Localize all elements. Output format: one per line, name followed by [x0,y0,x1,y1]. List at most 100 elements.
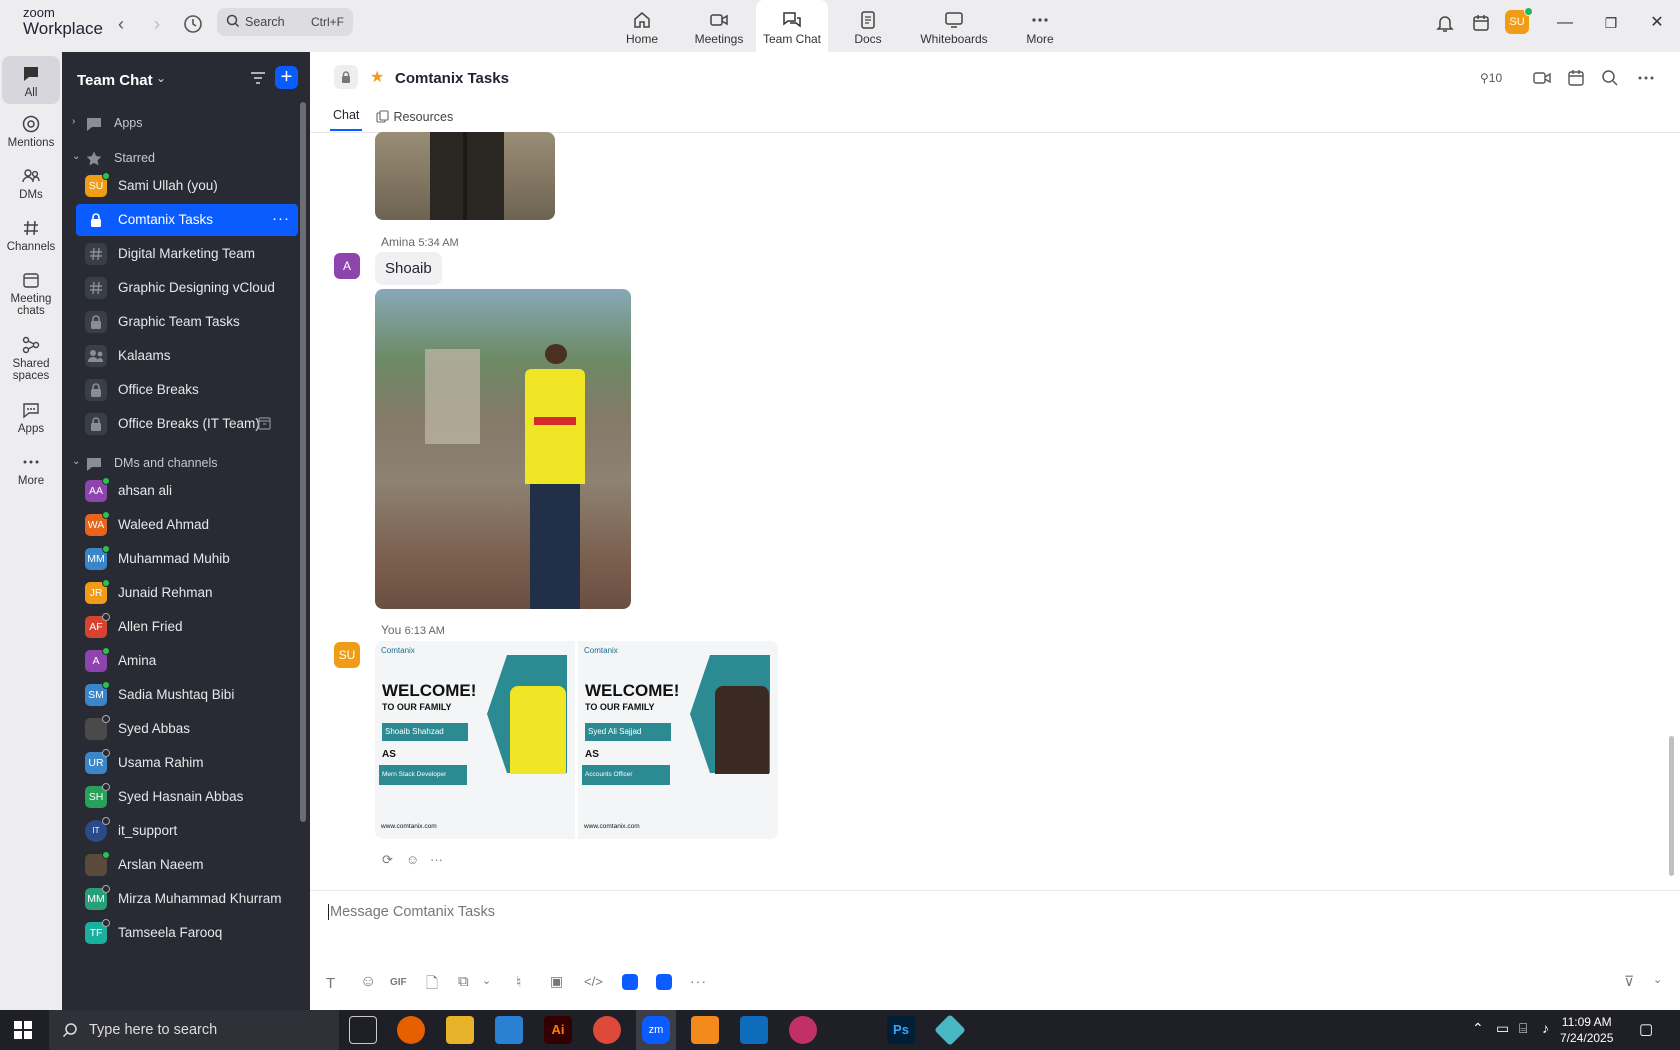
chevron-down-icon[interactable]: ⌄ [1653,973,1662,986]
minimize-button[interactable]: — [1555,13,1575,33]
dm-mirza-muhammad-khurram[interactable]: MM Mirza Muhammad Khurram [76,883,298,915]
sidebar-item-graphic-team-tasks[interactable]: Graphic Team Tasks [76,306,298,338]
bell-icon[interactable] [1434,12,1456,34]
rail-shared-spaces[interactable]: Shared spaces [2,335,60,382]
dm-sadia-mushtaq-bibi[interactable]: SM Sadia Mushtaq Bibi [76,679,298,711]
tab-resources[interactable]: Resources [376,108,453,126]
dm-allen-fried[interactable]: AF Allen Fried [76,611,298,643]
welcome-card-syed-ali[interactable]: Comtanix WELCOME! TO OUR FAMILY Syed Ali… [578,641,778,839]
dm-syed-abbas[interactable]: Syed Abbas [76,713,298,745]
sidebar-scrollbar[interactable] [300,102,306,822]
dm-muhammad-muhib[interactable]: MM Muhammad Muhib [76,543,298,575]
sidebar-title[interactable]: Team Chat [77,72,153,89]
tray-display-icon[interactable]: ▭ [1496,1020,1509,1037]
dm-syed-hasnain-abbas[interactable]: SH Syed Hasnain Abbas [76,781,298,813]
nav-docs[interactable]: Docs [850,0,886,52]
filter-icon[interactable] [248,68,268,88]
message-input[interactable]: Message Comtanix Tasks [328,904,928,928]
rail-channels[interactable]: Channels [2,218,60,253]
firefox-icon[interactable] [397,1016,425,1044]
taskbar-clock[interactable]: 11:09 AM 7/24/2025 [1560,1014,1613,1046]
outlook-icon[interactable] [740,1016,768,1044]
photoshop-icon[interactable]: Ps [887,1016,915,1044]
emoji-reaction-icon[interactable]: ☺ [406,852,419,867]
forward-arrow-icon[interactable]: › [146,13,168,35]
nav-home[interactable]: Home [620,0,664,52]
dm-waleed-ahmad[interactable]: WA Waleed Ahmad [76,509,298,541]
avatar[interactable]: A [334,253,360,279]
rail-dms[interactable]: DMs [2,166,60,201]
shared-image-shoaib[interactable] [375,289,631,609]
emoji-icon[interactable]: ☺ [360,973,376,991]
taskbar-search[interactable]: Type here to search [49,1010,339,1050]
sidebar-item-office-breaks[interactable]: Office Breaks [76,374,298,406]
notifications-icon[interactable]: ▢ [1639,1020,1653,1038]
nav-meetings[interactable]: Meetings [690,0,748,52]
zoom-app-icon[interactable] [656,974,672,990]
dm-ahsan-ali[interactable]: AA ahsan ali [76,475,298,507]
app-diamond-icon[interactable] [934,1014,966,1046]
rail-more[interactable]: More [2,452,60,487]
task-view-icon[interactable] [349,1016,377,1044]
network-icon[interactable]: ⌸ [1519,1020,1527,1037]
dm-arslan-naeem[interactable]: Arslan Naeem [76,849,298,881]
screenshot-icon[interactable]: ⧉ [458,973,469,990]
rail-all[interactable]: All [2,56,60,104]
tray-chevron-up-icon[interactable]: ⌃ [1472,1020,1484,1037]
xampp-icon[interactable] [691,1016,719,1044]
chrome-icon[interactable] [593,1016,621,1044]
avatar[interactable]: SU [334,642,360,668]
app-shortcut-icon[interactable] [622,974,638,990]
zoom-taskbar-icon[interactable]: zm [636,1010,676,1050]
format-text-icon[interactable]: T [326,975,335,992]
sidebar-item-digital-marketing[interactable]: Digital Marketing Team [76,238,298,270]
code-block-icon[interactable]: </> [584,974,603,989]
star-icon[interactable]: ★ [370,67,384,87]
vscode-icon[interactable] [495,1016,523,1044]
file-icon[interactable]: 🗋 [426,973,438,998]
calendar-icon[interactable] [1566,68,1586,88]
nav-whiteboards[interactable]: Whiteboards [918,0,990,52]
windows-start-icon[interactable] [14,1021,32,1039]
gif-button[interactable]: GIF [390,977,407,988]
dm-junaid-rehman[interactable]: JR Junaid Rehman [76,577,298,609]
sidebar-item-kalaams[interactable]: Kalaams [76,340,298,372]
dm-it-support[interactable]: IT it_support [76,815,298,847]
file-explorer-icon[interactable] [446,1016,474,1044]
chevron-down-icon[interactable]: ⌄ [482,974,491,987]
channel-title[interactable]: Comtanix Tasks [395,70,509,87]
chat-scrollbar[interactable] [1669,736,1674,876]
video-message-icon[interactable]: ▣ [550,973,563,990]
user-avatar[interactable]: SU [1505,7,1533,34]
history-icon[interactable] [181,12,205,36]
illustrator-icon[interactable]: Ai [544,1016,572,1044]
maximize-button[interactable]: ❐ [1601,13,1621,33]
more-tools-icon[interactable]: ··· [690,973,707,989]
send-options-icon[interactable]: ⊽ [1624,973,1634,990]
members-button[interactable]: ⚲10 [1480,71,1502,85]
reply-icon[interactable]: ⟳ [382,852,393,868]
back-arrow-icon[interactable]: ‹ [110,13,132,35]
nav-team-chat[interactable]: Team Chat [756,0,828,52]
pen-tool-icon[interactable] [838,1016,866,1044]
dm-amina[interactable]: A Amina [76,645,298,677]
calendar-window-icon[interactable] [1470,12,1492,34]
sidebar-item-graphic-designing[interactable]: Graphic Designing vCloud [76,272,298,304]
shared-image-previous[interactable] [375,132,555,220]
nav-more[interactable]: More [1024,0,1056,52]
new-chat-button[interactable]: + [275,66,298,89]
more-actions-icon[interactable]: ··· [430,852,443,867]
dm-tamseela-farooq[interactable]: TF Tamseela Farooq [76,917,298,949]
more-options-icon[interactable] [1636,68,1656,88]
welcome-card-shoaib[interactable]: Comtanix WELCOME! TO OUR FAMILY Shoaib S… [375,641,575,839]
chevron-down-icon[interactable]: ⌄ [156,71,166,85]
close-button[interactable]: ✕ [1647,13,1667,33]
search-icon[interactable] [1600,68,1620,88]
volume-icon[interactable]: ♪ [1542,1020,1549,1036]
dm-usama-rahim[interactable]: UR Usama Rahim [76,747,298,779]
creative-cloud-icon[interactable] [789,1016,817,1044]
sidebar-item-comtanix-tasks[interactable]: Comtanix Tasks ··· [76,204,298,236]
rail-apps[interactable]: Apps [2,400,60,435]
rail-meeting-chats[interactable]: Meeting chats [2,270,60,317]
search-box[interactable]: Search Ctrl+F [217,8,353,36]
